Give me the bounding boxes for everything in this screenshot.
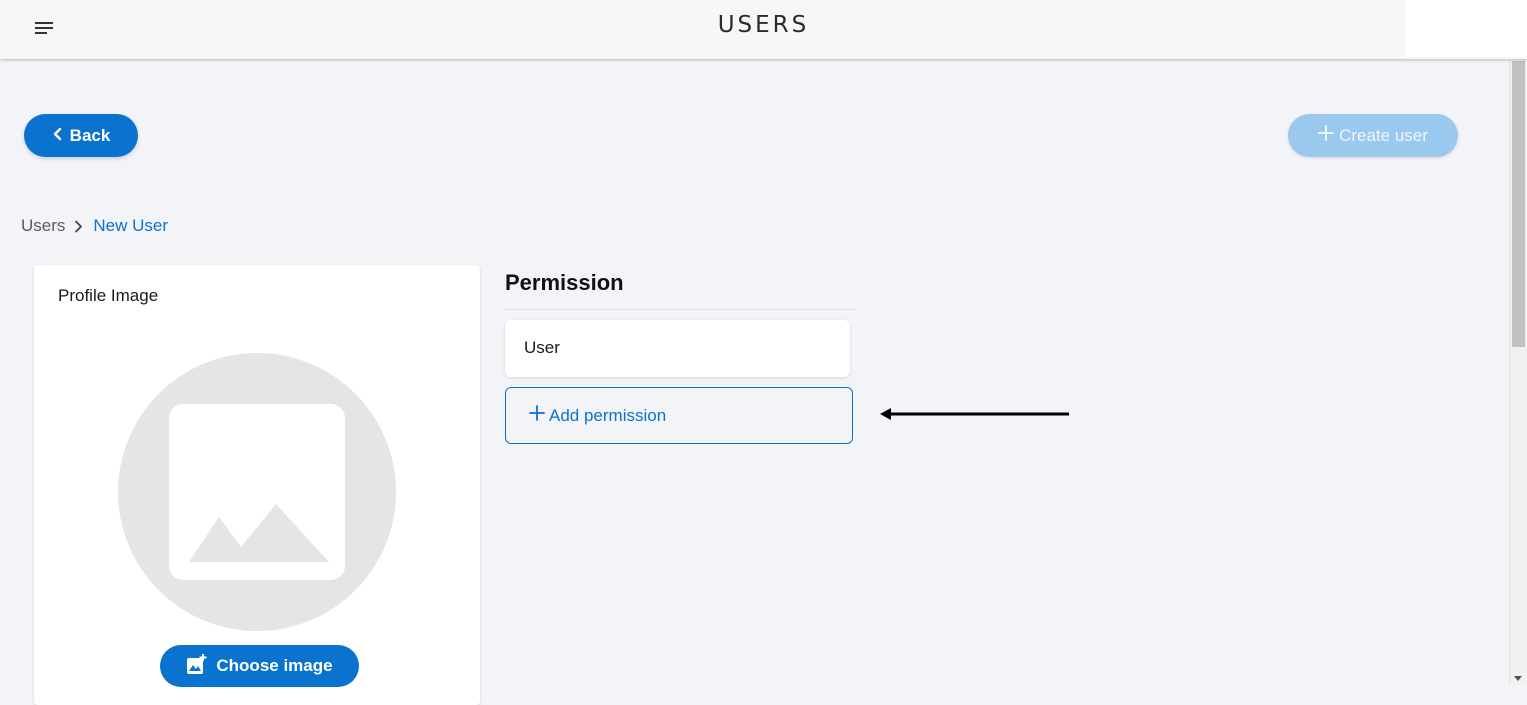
permission-item-label: User xyxy=(524,338,560,357)
chevron-right-icon xyxy=(74,220,83,233)
profile-image-card: Profile Image Choose image xyxy=(34,265,480,705)
add-permission-label: Add permission xyxy=(549,405,667,425)
vertical-scrollbar[interactable] xyxy=(1509,59,1527,685)
image-placeholder-icon xyxy=(118,353,396,631)
chevron-left-icon xyxy=(52,126,64,146)
breadcrumb-users-link[interactable]: Users xyxy=(21,216,65,236)
add-permission-button[interactable]: Add permission xyxy=(505,387,853,444)
permission-item[interactable]: User xyxy=(505,320,850,377)
permission-divider xyxy=(505,309,856,310)
add-photo-icon xyxy=(186,653,208,680)
choose-image-label: Choose image xyxy=(216,656,333,675)
profile-image-title: Profile Image xyxy=(58,286,159,305)
breadcrumb-current: New User xyxy=(93,216,169,235)
breadcrumb: Users New User xyxy=(21,214,168,238)
topbar-blank-area xyxy=(1405,0,1527,57)
page-title: USERS xyxy=(717,12,810,38)
permission-heading: Permission xyxy=(505,270,624,295)
scrollbar-thumb[interactable] xyxy=(1512,61,1525,347)
create-user-label: Create user xyxy=(1339,125,1428,145)
create-user-button[interactable]: Create user xyxy=(1288,114,1458,157)
left-arrow-icon xyxy=(878,405,1073,428)
back-button[interactable]: Back xyxy=(24,114,138,157)
plus-icon xyxy=(1318,125,1335,146)
top-app-bar: USERS xyxy=(0,0,1527,59)
choose-image-button[interactable]: Choose image xyxy=(160,645,359,687)
back-button-label: Back xyxy=(69,125,111,145)
plus-icon xyxy=(529,405,545,426)
scroll-down-arrow-icon[interactable] xyxy=(1514,676,1522,681)
